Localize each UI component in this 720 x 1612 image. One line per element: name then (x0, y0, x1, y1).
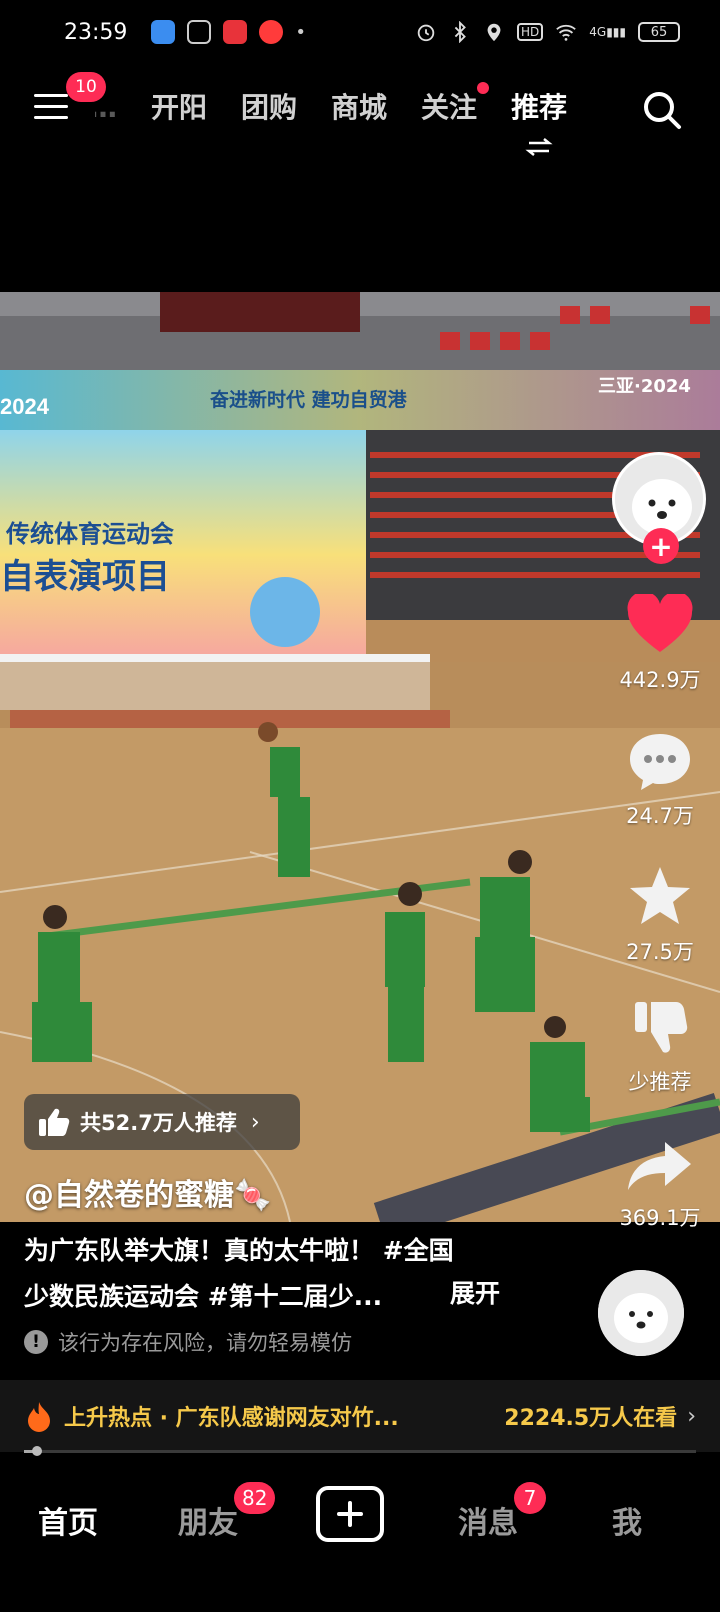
fire-icon (28, 1402, 50, 1432)
banner-year-left: 2024 (0, 394, 50, 419)
network-label: 4G (589, 25, 607, 39)
messages-badge: 7 (514, 1482, 546, 1514)
menu-button[interactable] (34, 94, 68, 122)
caption-line-1: 为广东队举大旗！真的太牛啦！ #全国 (24, 1236, 454, 1265)
recommend-pill[interactable]: 共52.7万人推荐 › (24, 1094, 300, 1150)
comment-action[interactable]: 24.7万 (605, 730, 715, 830)
bottom-tab-bar: 首页 朋友 82 消息 7 我 (0, 1470, 720, 1612)
notification-icons: • (151, 20, 306, 44)
search-icon[interactable] (640, 88, 684, 132)
following-dot (477, 82, 490, 94)
board-line-2: 自表演项目 (0, 557, 170, 597)
dislike-label: 少推荐 (628, 1070, 692, 1094)
dislike-action[interactable]: 少推荐 (605, 998, 715, 1096)
tab-partial[interactable]: …选 (95, 86, 117, 126)
plus-icon (337, 1501, 363, 1527)
risk-notice: ! 该行为存在风险，请勿轻易模仿 (24, 1327, 352, 1357)
music-disc[interactable] (598, 1270, 684, 1356)
heart-app-icon (223, 20, 248, 44)
signal-icon: 4G▮▮▮ (589, 25, 626, 39)
thumbs-down-icon (635, 1002, 688, 1053)
recommend-text: 共52.7万人推荐 (80, 1111, 237, 1135)
tab-kaiyang[interactable]: 开阳 (151, 86, 207, 126)
tab-friends[interactable]: 朋友 (178, 1498, 238, 1542)
like-action[interactable]: 442.9万 (605, 591, 715, 694)
tab-following[interactable]: 关注 (421, 82, 490, 126)
comment-count: 24.7万 (626, 804, 694, 828)
star-icon (630, 867, 690, 924)
tab-recommend[interactable]: 推荐 (511, 86, 568, 156)
friends-badge: 82 (234, 1482, 276, 1514)
menu-line (34, 105, 68, 108)
tab-group-buy[interactable]: 团购 (241, 86, 297, 126)
follow-plus-button[interactable]: + (643, 528, 679, 564)
tab-me[interactable]: 我 (612, 1498, 642, 1542)
tab-messages[interactable]: 消息 (458, 1498, 518, 1542)
board-line-1: 传统体育运动会 (5, 520, 174, 548)
hot-viewers: 2224.5万人在看 (504, 1406, 678, 1431)
tab-recommend-label: 推荐 (511, 91, 568, 124)
risk-text: 该行为存在风险，请勿轻易模仿 (58, 1331, 352, 1355)
more-dot-icon: • (295, 21, 307, 43)
banner-year-right: 三亚·2024 (598, 376, 691, 397)
tab-following-label: 关注 (421, 91, 478, 124)
comment-icon (630, 734, 690, 790)
share-icon (628, 1142, 691, 1190)
heart-icon (627, 591, 693, 652)
status-time: 23:59 (64, 19, 128, 45)
status-icons: HD 4G▮▮▮ 65 (415, 21, 680, 43)
bluetooth-icon (454, 21, 466, 43)
location-icon (487, 23, 501, 42)
hd-icon: HD (516, 23, 544, 41)
hot-topic-text: 上升热点 · 广东队感谢网友对竹... (64, 1406, 399, 1431)
progress-knob[interactable] (32, 1446, 43, 1456)
tab-home[interactable]: 首页 (38, 1498, 98, 1542)
chevron-right-icon: › (250, 1109, 260, 1135)
progress-bar[interactable] (24, 1446, 696, 1456)
warning-icon: ! (24, 1330, 48, 1354)
chevron-right-icon: › (687, 1403, 696, 1429)
share-action[interactable]: 369.1万 (605, 1138, 715, 1232)
top-nav: 10 …选 开阳 团购 商城 关注 推荐 (0, 72, 720, 156)
favorite-count: 27.5万 (626, 940, 694, 964)
app-notification-icon (151, 20, 176, 44)
status-bar: 23:59 • HD 4G▮▮▮ 65 (0, 0, 720, 64)
thumbs-up-icon (39, 1108, 70, 1136)
alarm-icon (417, 24, 435, 42)
dog-avatar-image (598, 1270, 684, 1356)
share-count: 369.1万 (619, 1206, 701, 1230)
nav-tabs: …选 开阳 团购 商城 关注 推荐 (95, 82, 568, 156)
banner-slogan: 奋进新时代 建功自贸港 (209, 388, 408, 411)
battery-icon: 65 (638, 22, 680, 42)
tab-mall[interactable]: 商城 (331, 86, 387, 126)
like-count: 442.9万 (619, 668, 701, 692)
wifi-icon (556, 24, 577, 41)
hot-topic-bar[interactable]: 上升热点 · 广东队感谢网友对竹... 2224.5万人在看 › (0, 1380, 720, 1452)
video-app-icon (259, 20, 284, 44)
capcut-icon (187, 20, 212, 44)
menu-line (34, 116, 68, 119)
swap-icon (525, 138, 553, 156)
favorite-action[interactable]: 27.5万 (605, 864, 715, 966)
create-button[interactable] (316, 1486, 384, 1542)
menu-line (34, 94, 68, 97)
author-name[interactable]: @自然卷的蜜糖🍬 (24, 1170, 271, 1214)
expand-button[interactable]: 展开 (450, 1274, 500, 1310)
author-avatar-group: + (612, 452, 706, 564)
